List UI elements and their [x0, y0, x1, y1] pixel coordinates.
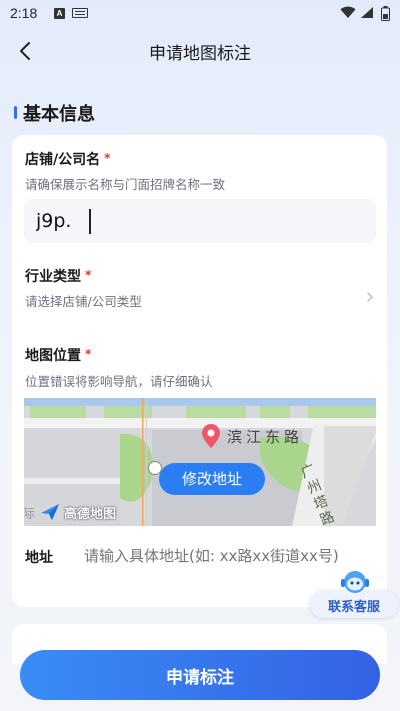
signal-icon: [361, 7, 373, 18]
nav-bar: 申请地图标注: [0, 28, 400, 74]
map-logo-prefix: 际: [24, 507, 36, 522]
store-name-input[interactable]: [24, 199, 376, 243]
status-time: 2:18: [10, 5, 38, 21]
submit-button[interactable]: 申请标注: [20, 650, 380, 700]
form-card: 店铺/公司名* 请确保展示名称与门面招牌名称一致 行业类型* 请选择店铺/公司类…: [12, 135, 387, 607]
map-location-hint: 位置错误将影响导航，请仔细确认: [25, 374, 213, 389]
industry-label-text: 行业类型: [25, 269, 81, 285]
support-mascot-icon: [341, 571, 369, 593]
map-location-label-text: 地图位置: [25, 348, 81, 364]
map-logo-text: 高德地图: [64, 507, 117, 522]
store-name-label-text: 店铺/公司名: [25, 152, 101, 168]
industry-hint: 请选择店铺/公司类型: [25, 294, 142, 309]
keyboard-icon: [72, 8, 88, 18]
address-label: 地址: [25, 550, 53, 566]
section-accent-bar: [14, 106, 17, 119]
amap-logo-icon: [41, 504, 59, 520]
battery-icon: [381, 6, 390, 21]
industry-label: 行业类型 *: [25, 266, 91, 286]
support-label: 联系客服: [327, 600, 380, 615]
map-preview[interactable]: 滨江东路 广州塔路 修改地址 际 高德地图: [24, 398, 376, 526]
chevron-right-icon: [367, 292, 373, 302]
store-name-label: 店铺/公司名 *: [25, 149, 110, 169]
page-title: 申请地图标注: [149, 44, 251, 64]
required-mark: *: [85, 347, 92, 361]
text-caret: [89, 209, 91, 234]
map-pin-icon: [202, 424, 220, 448]
store-name-hint: 请确保展示名称与门面招牌名称一致: [25, 177, 226, 192]
status-bar: 2:18 A: [0, 0, 400, 28]
required-mark: *: [85, 268, 92, 282]
required-mark: *: [104, 151, 111, 165]
wifi-icon: [340, 6, 356, 18]
section-title: 基本信息: [23, 104, 95, 125]
customer-support-button[interactable]: 联系客服: [310, 568, 398, 622]
map-location-label: 地图位置 *: [25, 345, 91, 365]
notification-a-icon: A: [54, 8, 65, 19]
map-street-label: 滨江东路: [227, 428, 304, 446]
edit-address-button[interactable]: 修改地址: [159, 463, 265, 495]
